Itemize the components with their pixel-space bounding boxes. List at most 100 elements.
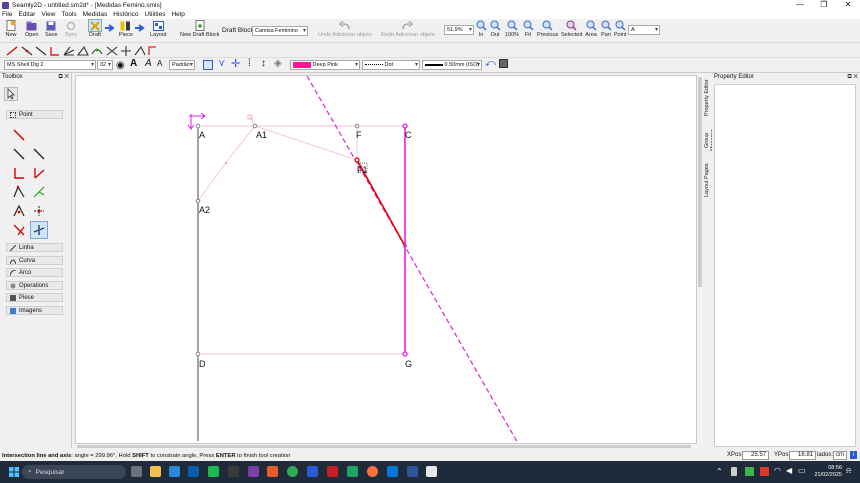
app-icon-8[interactable] xyxy=(327,466,338,477)
line-tool-icon-2[interactable] xyxy=(11,127,27,143)
chrome-icon[interactable] xyxy=(287,466,298,477)
font-size-select[interactable]: 32 xyxy=(97,60,113,70)
curve-handle-point[interactable] xyxy=(225,162,227,164)
wifi-icon[interactable]: ◠ xyxy=(774,466,781,475)
taskbar-clock[interactable]: 08:56 21/02/2025 xyxy=(814,465,842,479)
pattern-drawing[interactable]: A A1 F C F1 A2 D G xyxy=(76,76,697,444)
normal-point-tool-icon[interactable] xyxy=(11,165,27,181)
intersection-point-marker[interactable] xyxy=(403,244,407,248)
save-button[interactable]: Save xyxy=(45,20,58,38)
app-icon-2[interactable] xyxy=(188,466,199,477)
horizontal-scrollbar[interactable] xyxy=(75,444,697,449)
tray-device-icon[interactable] xyxy=(731,467,737,476)
menu-utilities[interactable]: Utilities xyxy=(145,11,166,18)
intersect-xy-tool-icon[interactable] xyxy=(11,203,27,219)
minimize-button[interactable]: — xyxy=(788,0,812,10)
sync-button[interactable]: Sync xyxy=(65,20,77,38)
intersect-lines-tool-icon[interactable] xyxy=(31,203,47,219)
shoulder-point-tool-icon[interactable] xyxy=(31,146,47,162)
line-intersect-tool-icon[interactable] xyxy=(11,222,27,238)
toolgroup-operations-button[interactable]: Operations xyxy=(6,281,63,290)
point-a-marker[interactable] xyxy=(195,123,201,129)
property-dock-controls[interactable]: ⧉ ✕ xyxy=(847,74,858,81)
zoom-in-button[interactable]: In xyxy=(475,20,487,38)
toolgroup-line-button[interactable]: Linha xyxy=(6,243,63,252)
font-bold-icon[interactable]: A xyxy=(130,58,137,69)
point-label-g[interactable]: G xyxy=(405,359,412,369)
redo-button[interactable]: Redo Adicionar objeto xyxy=(381,20,435,38)
volume-icon[interactable]: ◀ xyxy=(786,466,792,475)
point-a2-marker[interactable] xyxy=(195,198,201,204)
point-name-font-select[interactable]: A xyxy=(628,25,660,35)
seamly-icon[interactable] xyxy=(426,466,437,477)
new-button[interactable]: New xyxy=(5,20,17,38)
toolgroup-piece-button[interactable]: Piece xyxy=(6,293,63,302)
point-d-marker[interactable] xyxy=(195,351,201,357)
point-f1-marker[interactable] xyxy=(354,157,360,163)
tab-group-manager[interactable]: Group Manager xyxy=(704,121,716,159)
file-explorer-icon[interactable] xyxy=(150,466,161,477)
taskbar-search-box[interactable]: ⌕ Pesquisar xyxy=(22,465,126,479)
close-button[interactable]: ✕ xyxy=(836,0,860,10)
curve-a1-a2[interactable] xyxy=(197,116,256,202)
vertical-scroll-thumb[interactable] xyxy=(698,77,702,287)
tray-app-icon[interactable] xyxy=(745,467,754,476)
menu-measurements[interactable]: Medidas xyxy=(83,11,108,18)
intersect-line-axis-tool-icon[interactable] xyxy=(30,221,48,239)
point-label-a[interactable]: A xyxy=(199,130,205,140)
curve-intersect-tool-icon[interactable] xyxy=(91,48,103,55)
label-mode-select[interactable]: Padrão xyxy=(169,60,195,70)
excel-icon[interactable] xyxy=(347,466,358,477)
app-icon-4[interactable] xyxy=(228,466,239,477)
midpoint-tool-icon[interactable] xyxy=(148,46,156,55)
drawing-canvas[interactable]: A A1 F C F1 A2 D G xyxy=(75,75,697,444)
toolgroup-arc-button[interactable]: Arco xyxy=(6,268,63,277)
app-icon-7[interactable] xyxy=(307,466,318,477)
eye-icon[interactable]: ◉ xyxy=(116,60,125,71)
app-icon-1[interactable] xyxy=(169,466,180,477)
along-line-tool-icon-2[interactable] xyxy=(11,146,27,162)
font-family-select[interactable]: MS Shell Dlg 2 xyxy=(4,60,96,70)
tray-app-icon-2[interactable] xyxy=(760,467,769,476)
zoom-selected-button[interactable]: Selected xyxy=(561,20,582,38)
bisector-point-tool-icon[interactable] xyxy=(31,165,47,181)
point-label-f1[interactable]: F1 xyxy=(357,165,368,175)
draft-block-select[interactable]: Camisa Feminino xyxy=(252,26,308,36)
point-a1-marker[interactable] xyxy=(252,123,258,129)
menu-edit[interactable]: Editar xyxy=(18,11,35,18)
text-size-icon[interactable]: A xyxy=(157,59,162,68)
vertical-arrows-icon[interactable]: ↕ xyxy=(261,58,266,69)
point-c-marker[interactable] xyxy=(402,123,408,129)
task-view-icon[interactable] xyxy=(131,466,142,477)
arrow-pointer-icon[interactable] xyxy=(4,87,18,101)
app-icon-3[interactable] xyxy=(208,466,219,477)
select-tool-icon[interactable] xyxy=(203,60,213,70)
align-icon[interactable]: ⁞ xyxy=(248,58,251,69)
height-point-tool-icon[interactable] xyxy=(31,184,47,200)
property-editor-body[interactable] xyxy=(714,84,856,447)
point-label-d[interactable]: D xyxy=(199,359,206,369)
dock-controls[interactable]: ⧉ ✕ xyxy=(58,74,69,81)
length-angle-tool-icon[interactable] xyxy=(76,45,89,56)
app-icon-9[interactable] xyxy=(387,466,398,477)
app-icon-6[interactable] xyxy=(267,466,278,477)
shoulder-tool-icon[interactable] xyxy=(35,46,47,56)
piece-mode-button[interactable]: Piece xyxy=(119,20,133,38)
line-tool-icon[interactable] xyxy=(6,46,18,56)
menu-file[interactable]: File xyxy=(2,11,12,18)
line-weight-select[interactable]: 0.50mm (ISO) xyxy=(422,60,482,70)
axis-tool-icon[interactable] xyxy=(106,46,118,56)
menu-tools[interactable]: Tools xyxy=(61,11,76,18)
line-type-select[interactable]: Dot xyxy=(362,60,420,70)
new-draft-block-button[interactable]: New Draft Block xyxy=(180,20,219,38)
layout-mode-button[interactable]: Layout xyxy=(150,20,167,38)
tab-layout-pages[interactable]: Layout Pages xyxy=(704,163,712,197)
zoom-100-button[interactable]: 100% xyxy=(505,20,519,38)
word-icon[interactable] xyxy=(407,466,418,477)
zoom-previous-button[interactable]: Previous xyxy=(537,20,558,38)
toolgroup-curve-button[interactable]: Curva xyxy=(6,256,63,265)
undo-button[interactable]: Undo Adicionar objeto xyxy=(318,20,372,38)
menu-help[interactable]: Help xyxy=(171,11,184,18)
bisector-tool-icon[interactable] xyxy=(63,46,75,56)
zoom-point-button[interactable]: Point xyxy=(614,20,627,38)
